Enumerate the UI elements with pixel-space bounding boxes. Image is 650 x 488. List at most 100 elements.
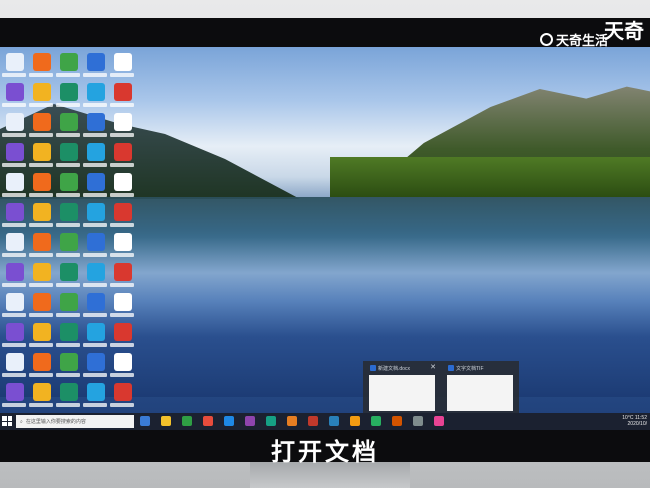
desktop-app-icon[interactable]	[6, 53, 24, 71]
desktop-app-icon[interactable]	[87, 293, 105, 311]
desktop-app-icon[interactable]	[6, 293, 24, 311]
system-tray: 10°C 11:52 2020/10/	[622, 415, 647, 427]
desktop-app-icon[interactable]	[87, 353, 105, 371]
desktop-app-icon[interactable]	[33, 323, 51, 341]
desktop-app-icon[interactable]	[60, 83, 78, 101]
desktop-app-icon[interactable]	[33, 233, 51, 251]
desktop-app-icon[interactable]	[60, 53, 78, 71]
desktop-app-label	[83, 103, 107, 107]
taskbar-app-icon[interactable]	[245, 416, 255, 426]
preview-window-2[interactable]: 文字文档TIF	[444, 363, 516, 413]
desktop-app-icon[interactable]	[60, 293, 78, 311]
desktop-app-icon[interactable]	[114, 173, 132, 191]
desktop-app-icon[interactable]	[60, 323, 78, 341]
start-button[interactable]	[2, 416, 12, 426]
desktop-app-icon[interactable]	[6, 233, 24, 251]
desktop-app-icon[interactable]	[114, 383, 132, 401]
desktop-app-icon[interactable]	[114, 323, 132, 341]
brand-text: 天奇生活	[556, 33, 609, 48]
desktop-app-icon[interactable]	[114, 353, 132, 371]
close-icon[interactable]: ✕	[430, 363, 436, 371]
taskbar-app-icon[interactable]	[287, 416, 297, 426]
desktop-app-icon[interactable]	[87, 173, 105, 191]
desktop-app-label	[2, 253, 26, 257]
desktop-app-icon[interactable]	[87, 83, 105, 101]
taskbar-app-icon[interactable]	[140, 416, 150, 426]
taskbar-app-icon[interactable]	[413, 416, 423, 426]
desktop-app-icon[interactable]	[33, 353, 51, 371]
desktop-app-icon[interactable]	[114, 233, 132, 251]
desktop-app-icon[interactable]	[33, 293, 51, 311]
desktop-app-icon[interactable]	[60, 113, 78, 131]
desktop-app-icon[interactable]	[33, 143, 51, 161]
desktop-app-icon[interactable]	[114, 293, 132, 311]
desktop-app-icon[interactable]	[60, 353, 78, 371]
desktop-app-label	[29, 313, 53, 317]
desktop-app-icon[interactable]	[6, 113, 24, 131]
desktop-app-label	[2, 223, 26, 227]
desktop-app-icon[interactable]	[60, 263, 78, 281]
desktop-app-icon[interactable]	[114, 143, 132, 161]
desktop-app-label	[110, 133, 134, 137]
taskbar-app-icon[interactable]	[434, 416, 444, 426]
taskbar-app-icon[interactable]	[371, 416, 381, 426]
desktop-app-icon[interactable]	[6, 383, 24, 401]
desktop-app-label	[110, 103, 134, 107]
desktop-app-label	[2, 283, 26, 287]
taskbar-preview-popup: 新建文档.docx ✕ 文字文档TIF	[363, 361, 519, 416]
desktop-app-label	[29, 193, 53, 197]
desktop-app-label	[29, 343, 53, 347]
desktop-app-icon[interactable]	[33, 263, 51, 281]
taskbar: ⌕ 在这里输入你要搜索的内容 10°C 11:52 2020/10/	[0, 413, 650, 430]
preview-window-1[interactable]: 新建文档.docx ✕	[366, 363, 438, 413]
desktop-app-label	[56, 403, 80, 407]
desktop-app-icon[interactable]	[6, 203, 24, 221]
tray-date[interactable]: 2020/10/	[622, 421, 647, 427]
desktop-app-icon[interactable]	[87, 323, 105, 341]
desktop-app-icon[interactable]	[114, 113, 132, 131]
desktop-app-icon[interactable]	[33, 83, 51, 101]
desktop-app-icon[interactable]	[87, 383, 105, 401]
desktop-app-icon[interactable]	[114, 83, 132, 101]
desktop-app-icon[interactable]	[87, 263, 105, 281]
desktop-app-icon[interactable]	[6, 323, 24, 341]
search-box[interactable]: ⌕ 在这里输入你要搜索的内容	[16, 415, 134, 428]
desktop-app-icon[interactable]	[33, 113, 51, 131]
desktop-app-icon[interactable]	[6, 263, 24, 281]
desktop-app-icon[interactable]	[6, 83, 24, 101]
desktop-app-icon[interactable]	[6, 353, 24, 371]
taskbar-app-icon[interactable]	[392, 416, 402, 426]
desktop-app-icon[interactable]	[87, 143, 105, 161]
desktop-app-label	[83, 343, 107, 347]
desktop-app-icon[interactable]	[60, 233, 78, 251]
desktop-app-icon[interactable]	[87, 53, 105, 71]
desktop-app-label	[83, 373, 107, 377]
desktop-app-icon[interactable]	[60, 383, 78, 401]
taskbar-app-icon[interactable]	[350, 416, 360, 426]
desktop-app-icon[interactable]	[114, 263, 132, 281]
taskbar-app-icon[interactable]	[203, 416, 213, 426]
desktop-app-label	[56, 163, 80, 167]
desktop-app-icon[interactable]	[33, 203, 51, 221]
desktop-app-icon[interactable]	[33, 173, 51, 191]
desktop-app-icon[interactable]	[87, 203, 105, 221]
taskbar-app-icon[interactable]	[266, 416, 276, 426]
desktop-app-icon[interactable]	[33, 53, 51, 71]
taskbar-app-icon[interactable]	[224, 416, 234, 426]
taskbar-app-icon[interactable]	[182, 416, 192, 426]
desktop-app-icon[interactable]	[114, 203, 132, 221]
desktop-app-label	[83, 73, 107, 77]
taskbar-app-icon[interactable]	[161, 416, 171, 426]
desktop-app-icon[interactable]	[60, 143, 78, 161]
desktop-app-label	[2, 373, 26, 377]
taskbar-app-icon[interactable]	[329, 416, 339, 426]
desktop-app-icon[interactable]	[33, 383, 51, 401]
desktop-app-icon[interactable]	[114, 53, 132, 71]
desktop-app-icon[interactable]	[60, 173, 78, 191]
desktop-app-icon[interactable]	[6, 173, 24, 191]
desktop-app-icon[interactable]	[87, 233, 105, 251]
desktop-app-icon[interactable]	[6, 143, 24, 161]
taskbar-app-icon[interactable]	[308, 416, 318, 426]
desktop-app-icon[interactable]	[60, 203, 78, 221]
desktop-app-icon[interactable]	[87, 113, 105, 131]
